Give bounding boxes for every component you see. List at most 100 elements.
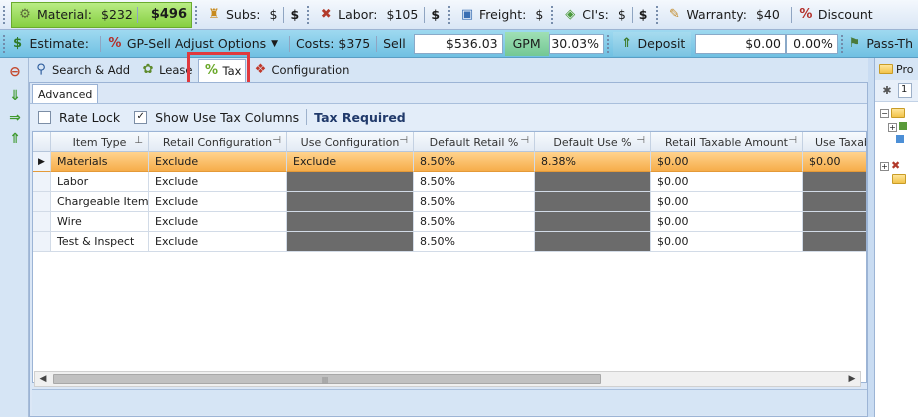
pass-through-icon: ⚑ — [848, 35, 861, 51]
table-row[interactable]: ▶ Materials Exclude Exclude 8.50% 8.38% … — [33, 152, 866, 172]
arrow-right-icon[interactable]: ⇒ — [7, 110, 23, 126]
gpm-label: GPM — [504, 31, 549, 56]
cis-summary[interactable]: ◈ CI's: $ $ — [557, 2, 652, 28]
tab-configuration[interactable]: ❖ Configuration — [248, 59, 353, 81]
gp-sell-adjust-dropdown[interactable]: % GP-Sell Adjust Options ▼ — [107, 32, 283, 56]
tab-tax[interactable]: % Tax — [198, 59, 247, 82]
tab-advanced[interactable]: Advanced — [32, 84, 99, 103]
discount-summary[interactable]: % Discount — [798, 2, 878, 28]
column-header-retail-config[interactable]: Retail Configuration ⊣ — [149, 132, 287, 152]
arrow-down-icon[interactable]: ⇓ — [7, 88, 23, 104]
project-selector[interactable]: 1 — [898, 83, 912, 98]
column-header-default-retail[interactable]: Default Retail % ⊣ — [414, 132, 535, 152]
deposit-amount-input[interactable]: $0.00 — [695, 33, 787, 54]
pass-through-button[interactable]: ⚑ Pass-Th — [846, 32, 918, 56]
column-header-use-config[interactable]: Use Configuration ⊣ — [287, 132, 414, 152]
tree-node[interactable]: − — [880, 108, 905, 119]
cis-total: $ — [638, 7, 648, 22]
toolbar-grip[interactable] — [2, 4, 6, 25]
labor-summary[interactable]: ✖ Labor: $105 $ — [313, 2, 445, 28]
cell-item-type[interactable]: Wire — [51, 212, 149, 232]
freight-value: $ — [535, 7, 544, 22]
settings-icon[interactable]: ✱ — [879, 83, 895, 99]
deposit-label-wrap: ⇑ Deposit — [612, 31, 692, 56]
pin-icon[interactable]: ⊣ — [399, 135, 408, 146]
deposit-label: Deposit — [637, 36, 686, 51]
table-row[interactable]: Wire Exclude 8.50% $0.00 — [33, 212, 866, 232]
search-remove-icon[interactable]: ⊖ — [7, 64, 23, 80]
horizontal-scrollbar[interactable]: ◀ ||| ▶ — [34, 371, 861, 387]
gpm-input[interactable]: 30.03% — [548, 33, 605, 54]
row-selector[interactable] — [33, 212, 51, 232]
pin-icon[interactable]: ⊣ — [520, 135, 529, 146]
gp-sell-label: GP-Sell Adjust Options — [126, 36, 267, 51]
tree-node[interactable]: + — [888, 122, 907, 133]
show-use-tax-label: Show Use Tax Columns — [155, 109, 300, 125]
cell-default-retail[interactable]: 8.50% — [414, 192, 535, 212]
cell-retail-taxable[interactable]: $0.00 — [651, 192, 803, 212]
cell-item-type[interactable]: Test & Inspect — [51, 232, 149, 252]
subs-summary[interactable]: ♜ Subs: $ $ — [201, 2, 304, 28]
pin-icon[interactable]: ⊣ — [636, 135, 645, 146]
deposit-percent-input[interactable]: 0.00% — [786, 33, 838, 54]
row-selector[interactable] — [33, 192, 51, 212]
pin-icon[interactable]: ⊣ — [272, 135, 281, 146]
cell-item-type[interactable]: Chargeable Items — [51, 192, 149, 212]
cell-retail-config[interactable]: Exclude — [149, 172, 287, 192]
tab-lease[interactable]: ✿ Lease — [136, 59, 196, 81]
tree-node[interactable]: + ✖ — [880, 159, 900, 172]
column-header-label: Item Type — [72, 135, 127, 149]
rate-lock-checkbox[interactable] — [38, 110, 51, 124]
row-selector[interactable] — [33, 172, 51, 192]
cell-retail-config[interactable]: Exclude — [149, 192, 287, 212]
tax-grid[interactable]: Item Type ⊥ Retail Configuration ⊣ Use Con… — [32, 131, 867, 383]
tab-search-add[interactable]: ⚲ Search & Add — [29, 59, 134, 81]
cell-retail-config[interactable]: Exclude — [149, 212, 287, 232]
expand-icon[interactable]: + — [888, 123, 897, 132]
cell-retail-taxable[interactable]: $0.00 — [651, 152, 803, 172]
table-row[interactable]: Labor Exclude 8.50% $0.00 — [33, 172, 866, 192]
expand-icon[interactable]: + — [880, 162, 889, 171]
column-header-label: Default Retail % — [429, 135, 519, 149]
cell-retail-taxable[interactable]: $0.00 — [651, 232, 803, 252]
cell-retail-taxable[interactable]: $0.00 — [651, 172, 803, 192]
cell-retail-config[interactable]: Exclude — [149, 152, 287, 172]
material-summary[interactable]: ⚙ Material: $232 $496 — [11, 1, 192, 28]
scroll-right-icon[interactable]: ▶ — [845, 372, 859, 386]
table-row[interactable]: Test & Inspect Exclude 8.50% $0.00 — [33, 232, 866, 252]
column-header-retail-taxable[interactable]: Retail Taxable Amount ⊣ — [651, 132, 803, 152]
sell-label: Sell — [383, 36, 406, 51]
collapse-icon[interactable]: − — [880, 108, 889, 118]
cell-default-use-disabled — [535, 192, 651, 212]
pin-icon[interactable]: ⊣ — [788, 135, 797, 146]
freight-summary[interactable]: ▣ Freight: $ — [454, 2, 548, 28]
arrow-up-icon[interactable]: ⇑ — [7, 131, 23, 147]
pin-icon[interactable]: ⊥ — [134, 135, 143, 146]
cell-retail-config[interactable]: Exclude — [149, 232, 287, 252]
column-header-item-type[interactable]: Item Type ⊥ — [51, 132, 149, 152]
table-row[interactable]: Chargeable Items Exclude 8.50% $0.00 — [33, 192, 866, 212]
cell-use-taxable[interactable]: $0.00 — [803, 152, 866, 172]
column-header-default-use[interactable]: Default Use % ⊣ — [535, 132, 651, 152]
tree-node[interactable] — [892, 174, 906, 185]
sell-input[interactable]: $536.03 — [413, 33, 503, 54]
cell-default-retail[interactable]: 8.50% — [414, 172, 535, 192]
cell-default-retail[interactable]: 8.50% — [414, 152, 535, 172]
cell-default-use[interactable]: 8.38% — [535, 152, 651, 172]
cell-default-retail[interactable]: 8.50% — [414, 212, 535, 232]
tab-project[interactable]: Pro — [875, 58, 918, 80]
cell-use-config[interactable]: Exclude — [287, 152, 414, 172]
column-header-use-taxable[interactable]: Use Taxab — [803, 132, 866, 152]
cell-item-type[interactable]: Materials — [51, 152, 149, 172]
cell-default-retail[interactable]: 8.50% — [414, 232, 535, 252]
scroll-left-icon[interactable]: ◀ — [36, 372, 50, 386]
scrollbar-thumb[interactable]: ||| — [53, 374, 601, 384]
cell-retail-taxable[interactable]: $0.00 — [651, 212, 803, 232]
toolbar-grip[interactable] — [2, 33, 6, 54]
tax-panel: Advanced Rate Lock ✓ Show Use Tax Column… — [29, 82, 868, 417]
cell-item-type[interactable]: Labor — [51, 172, 149, 192]
row-selector[interactable] — [33, 232, 51, 252]
warranty-summary[interactable]: ✎ Warranty: $40 — [662, 2, 785, 28]
tree-node[interactable] — [896, 135, 904, 146]
show-use-tax-checkbox[interactable]: ✓ — [134, 110, 148, 124]
